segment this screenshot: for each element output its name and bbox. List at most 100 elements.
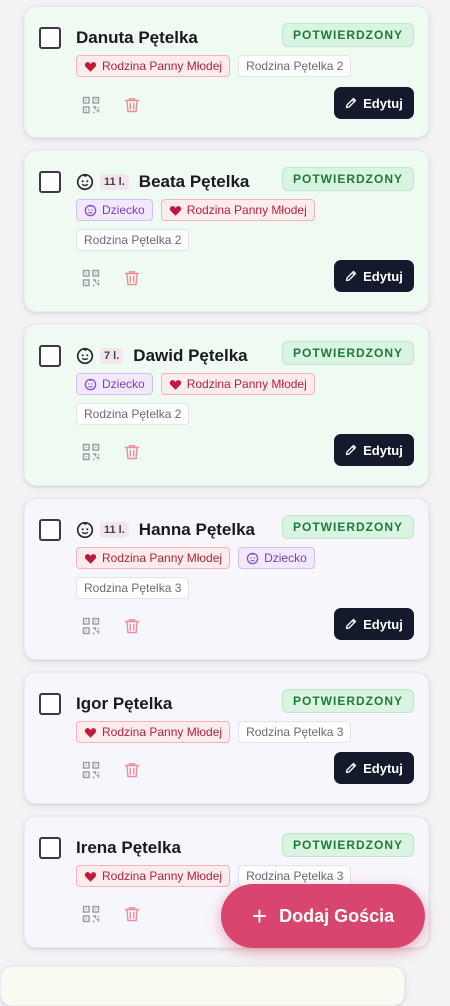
age-badge: 11 l. xyxy=(100,174,129,190)
edit-label: Edytuj xyxy=(363,95,403,111)
guest-name: Irena Pętelka xyxy=(76,838,181,857)
pencil-icon xyxy=(345,618,363,630)
heart-icon xyxy=(169,378,187,391)
tag-label: Rodzina Panny Młodej xyxy=(102,869,223,883)
tag-child: Dziecko xyxy=(76,373,153,395)
select-checkbox[interactable] xyxy=(39,837,61,859)
tag-list: Dziecko Rodzina Panny Młodej Rodzina Pętel… xyxy=(76,199,356,251)
guest-name: Danuta Pętelka xyxy=(76,28,198,47)
edit-button[interactable]: Edytuj xyxy=(334,752,414,784)
edit-label: Edytuj xyxy=(363,268,403,284)
trash-icon[interactable] xyxy=(123,96,141,114)
tag-label: Rodzina Pętelka 3 xyxy=(84,581,182,595)
tag-family: Rodzina Panny Młodej xyxy=(160,373,315,395)
qr-code-icon[interactable] xyxy=(82,96,100,114)
child-tag-icon xyxy=(84,378,102,391)
pencil-icon xyxy=(345,97,363,109)
guest-name: Igor Pętelka xyxy=(76,694,173,713)
edit-button[interactable]: Edytuj xyxy=(334,608,414,640)
tag-label: Rodzina Pętelka 2 xyxy=(246,59,344,73)
trash-icon[interactable] xyxy=(123,905,141,923)
tag-label: Rodzina Panny Młodej xyxy=(102,59,223,73)
trash-icon[interactable] xyxy=(123,617,141,635)
guest-name-row: 7 l. Dawid Pętelka xyxy=(76,343,248,369)
trash-icon[interactable] xyxy=(123,269,141,287)
tag-family: Rodzina Panny Młodej xyxy=(76,55,231,77)
edit-button[interactable]: Edytuj xyxy=(334,260,414,292)
guest-card: 11 l. Hanna Pętelka POTWIERDZONY Rodzina Pa… xyxy=(24,498,429,660)
age-badge: 11 l. xyxy=(100,522,129,538)
tag-label: Dziecko xyxy=(102,377,145,391)
tag-label: Rodzina Panny Młodej xyxy=(186,203,307,217)
tag-family: Rodzina Panny Młodej xyxy=(160,199,315,221)
heart-icon xyxy=(84,726,102,739)
child-tag-icon xyxy=(246,552,264,565)
child-icon xyxy=(76,521,94,539)
trash-icon[interactable] xyxy=(123,443,141,461)
guest-name-row: Irena Pętelka xyxy=(76,835,181,861)
heart-icon xyxy=(84,870,102,883)
age-badge: 7 l. xyxy=(100,348,124,364)
tag-child: Dziecko xyxy=(238,547,315,569)
child-icon xyxy=(76,347,94,365)
tag-family: Rodzina Panny Młodej xyxy=(76,721,231,743)
select-checkbox[interactable] xyxy=(39,171,61,193)
add-guest-label: Dodaj Gościa xyxy=(279,905,395,926)
trash-icon[interactable] xyxy=(123,761,141,779)
tag-group: Rodzina Pętelka 3 xyxy=(238,721,352,743)
tag-list: Dziecko Rodzina Panny Młodej Rodzina Pętel… xyxy=(76,373,356,425)
tag-group: Rodzina Pętelka 2 xyxy=(238,55,352,77)
add-guest-button[interactable]: + Dodaj Gościa xyxy=(221,884,425,948)
guest-name-row: Danuta Pętelka xyxy=(76,25,198,51)
guest-card: 7 l. Dawid Pętelka POTWIERDZONY Dziecko Rodz… xyxy=(24,324,429,486)
tag-label: Rodzina Pętelka 2 xyxy=(84,407,182,421)
qr-code-icon[interactable] xyxy=(82,269,100,287)
status-badge: POTWIERDZONY xyxy=(282,515,414,539)
status-badge: POTWIERDZONY xyxy=(282,341,414,365)
qr-code-icon[interactable] xyxy=(82,443,100,461)
edit-button[interactable]: Edytuj xyxy=(334,434,414,466)
tag-label: Rodzina Pętelka 3 xyxy=(246,869,344,883)
pencil-icon xyxy=(345,444,363,456)
plus-icon: + xyxy=(251,901,268,931)
status-badge: POTWIERDZONY xyxy=(282,689,414,713)
select-checkbox[interactable] xyxy=(39,519,61,541)
tag-list: Rodzina Panny Młodej Rodzina Pętelka 3 xyxy=(76,721,356,743)
guest-card: 11 l. Beata Pętelka POTWIERDZONY Dziecko Rod… xyxy=(24,150,429,312)
tag-family: Rodzina Panny Młodej xyxy=(76,547,231,569)
child-icon xyxy=(76,173,94,191)
edit-label: Edytuj xyxy=(363,442,403,458)
tag-group: Rodzina Pętelka 2 xyxy=(76,403,190,425)
child-tag-icon xyxy=(84,204,102,217)
tag-family: Rodzina Panny Młodej xyxy=(76,865,231,887)
heart-icon xyxy=(84,552,102,565)
edit-button[interactable]: Edytuj xyxy=(334,87,414,119)
guest-name: Beata Pętelka xyxy=(138,172,250,191)
tag-child: Dziecko xyxy=(76,199,153,221)
pencil-icon xyxy=(345,762,363,774)
status-badge: POTWIERDZONY xyxy=(282,167,414,191)
tag-group: Rodzina Pętelka 2 xyxy=(76,229,190,251)
tag-list: Rodzina Panny Młodej Rodzina Pętelka 2 xyxy=(76,55,356,77)
guest-card: Danuta Pętelka POTWIERDZONY Rodzina Panny … xyxy=(24,6,429,138)
guest-name-row: 11 l. Hanna Pętelka xyxy=(76,517,255,543)
tag-label: Rodzina Pętelka 3 xyxy=(246,725,344,739)
tag-label: Rodzina Panny Młodej xyxy=(102,551,223,565)
tag-list: Rodzina Panny Młodej Dziecko Rodzina Pętel… xyxy=(76,547,356,599)
qr-code-icon[interactable] xyxy=(82,617,100,635)
heart-icon xyxy=(169,204,187,217)
qr-code-icon[interactable] xyxy=(82,761,100,779)
guest-name-row: Igor Pętelka xyxy=(76,691,172,717)
status-badge: POTWIERDZONY xyxy=(282,833,414,857)
tag-label: Rodzina Panny Młodej xyxy=(102,725,223,739)
tag-label: Dziecko xyxy=(102,203,145,217)
guest-name: Dawid Pętelka xyxy=(133,346,248,365)
qr-code-icon[interactable] xyxy=(82,905,100,923)
edit-label: Edytuj xyxy=(363,616,403,632)
select-checkbox[interactable] xyxy=(39,693,61,715)
tag-label: Rodzina Panny Młodej xyxy=(186,377,307,391)
select-checkbox[interactable] xyxy=(39,345,61,367)
heart-icon xyxy=(84,60,102,73)
select-checkbox[interactable] xyxy=(39,27,61,49)
guest-name: Hanna Pętelka xyxy=(138,520,256,539)
